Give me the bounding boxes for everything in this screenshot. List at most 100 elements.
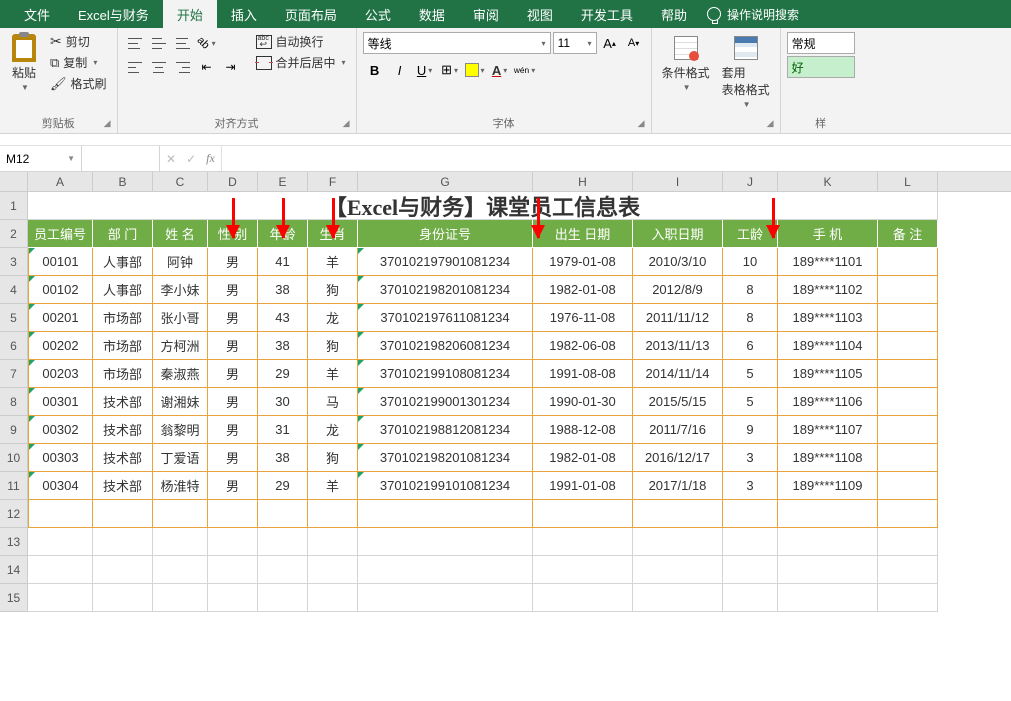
cell[interactable]: [358, 528, 533, 556]
cell[interactable]: 2011/7/16: [633, 416, 723, 444]
cell[interactable]: 370102197611081234: [358, 304, 533, 332]
col-header-B[interactable]: B: [93, 172, 153, 191]
cell[interactable]: 189****1102: [778, 276, 878, 304]
tab-审阅[interactable]: 审阅: [459, 0, 513, 28]
cell[interactable]: 张小哥: [153, 304, 208, 332]
cell[interactable]: [533, 528, 633, 556]
cell[interactable]: 2011/11/12: [633, 304, 723, 332]
cell[interactable]: [778, 584, 878, 612]
cell[interactable]: [208, 528, 258, 556]
cell[interactable]: 男: [208, 472, 258, 500]
cell[interactable]: 5: [723, 388, 778, 416]
cell[interactable]: 手 机: [778, 220, 878, 248]
cell[interactable]: [153, 584, 208, 612]
cell[interactable]: [153, 500, 208, 528]
cell[interactable]: [633, 500, 723, 528]
tab-页面布局[interactable]: 页面布局: [271, 0, 351, 28]
style-normal[interactable]: 常规: [787, 32, 855, 54]
cell[interactable]: 市场部: [93, 304, 153, 332]
row-header[interactable]: 15: [0, 584, 28, 612]
cell[interactable]: [258, 528, 308, 556]
indent-decrease-button[interactable]: ⇤: [196, 56, 218, 78]
cell[interactable]: 1976-11-08: [533, 304, 633, 332]
cell[interactable]: 189****1105: [778, 360, 878, 388]
cell[interactable]: 00301: [28, 388, 93, 416]
cell[interactable]: 1991-08-08: [533, 360, 633, 388]
cell[interactable]: 男: [208, 444, 258, 472]
tab-视图[interactable]: 视图: [513, 0, 567, 28]
conditional-format-button[interactable]: 条件格式▼: [658, 32, 714, 94]
row-header[interactable]: 6: [0, 332, 28, 360]
cell[interactable]: 370102199101081234: [358, 472, 533, 500]
cell[interactable]: [258, 500, 308, 528]
cell[interactable]: [28, 556, 93, 584]
cell[interactable]: 男: [208, 360, 258, 388]
cell[interactable]: 00102: [28, 276, 93, 304]
cell[interactable]: 部 门: [93, 220, 153, 248]
cell[interactable]: 市场部: [93, 360, 153, 388]
cell[interactable]: [633, 556, 723, 584]
cell[interactable]: 备 注: [878, 220, 938, 248]
cell[interactable]: 2010/3/10: [633, 248, 723, 276]
cell[interactable]: 1982-01-08: [533, 276, 633, 304]
cell[interactable]: 38: [258, 444, 308, 472]
cell[interactable]: 1990-01-30: [533, 388, 633, 416]
cell[interactable]: 370102198206081234: [358, 332, 533, 360]
formula-input[interactable]: [222, 146, 1011, 171]
underline-button[interactable]: U▾: [413, 59, 437, 81]
increase-font-button[interactable]: A▴: [599, 32, 621, 54]
cell[interactable]: 38: [258, 332, 308, 360]
align-bottom-button[interactable]: [172, 32, 194, 54]
tab-数据[interactable]: 数据: [405, 0, 459, 28]
cell[interactable]: 189****1108: [778, 444, 878, 472]
cell[interactable]: 31: [258, 416, 308, 444]
format-as-table-button[interactable]: 套用 表格格式▼: [718, 32, 774, 111]
cell[interactable]: [878, 500, 938, 528]
italic-button[interactable]: I: [388, 59, 412, 81]
cell[interactable]: [878, 444, 938, 472]
cell[interactable]: [93, 528, 153, 556]
grid[interactable]: ABCDEFGHIJKL 1【Excel与财务】课堂员工信息表2员工编号部 门姓…: [0, 172, 1011, 612]
fill-color-button[interactable]: ▾: [463, 59, 487, 81]
cell[interactable]: 1988-12-08: [533, 416, 633, 444]
cell[interactable]: 技术部: [93, 416, 153, 444]
cell[interactable]: [28, 528, 93, 556]
cell[interactable]: [778, 528, 878, 556]
col-header-E[interactable]: E: [258, 172, 308, 191]
cell[interactable]: 370102198201081234: [358, 444, 533, 472]
fx-icon[interactable]: fx: [206, 151, 215, 166]
cell[interactable]: 狗: [308, 444, 358, 472]
cell[interactable]: 8: [723, 276, 778, 304]
cell[interactable]: [28, 584, 93, 612]
cell[interactable]: 3: [723, 472, 778, 500]
cell[interactable]: [878, 472, 938, 500]
chevron-down-icon[interactable]: ▼: [67, 154, 75, 163]
cell[interactable]: 男: [208, 332, 258, 360]
cell[interactable]: 41: [258, 248, 308, 276]
cell[interactable]: [153, 556, 208, 584]
cell[interactable]: [93, 556, 153, 584]
font-name-combo[interactable]: 等线▾: [363, 32, 551, 54]
border-button[interactable]: ⊞▾: [438, 59, 462, 81]
row-header[interactable]: 7: [0, 360, 28, 388]
cell[interactable]: 00202: [28, 332, 93, 360]
format-painter-button[interactable]: 🖌格式刷: [46, 74, 111, 93]
cell[interactable]: [633, 528, 723, 556]
cell[interactable]: 市场部: [93, 332, 153, 360]
col-header-G[interactable]: G: [358, 172, 533, 191]
cell[interactable]: 【Excel与财务】课堂员工信息表: [28, 192, 938, 220]
cell[interactable]: [258, 584, 308, 612]
cell[interactable]: 370102197901081234: [358, 248, 533, 276]
dialog-launcher-icon[interactable]: ◢: [638, 118, 645, 129]
cell[interactable]: 谢湘妹: [153, 388, 208, 416]
cell[interactable]: 189****1106: [778, 388, 878, 416]
col-header-D[interactable]: D: [208, 172, 258, 191]
cell[interactable]: 龙: [308, 304, 358, 332]
cell[interactable]: 189****1104: [778, 332, 878, 360]
tab-插入[interactable]: 插入: [217, 0, 271, 28]
tab-公式[interactable]: 公式: [351, 0, 405, 28]
cell[interactable]: [208, 584, 258, 612]
cell[interactable]: 1979-01-08: [533, 248, 633, 276]
cell[interactable]: 370102199108081234: [358, 360, 533, 388]
copy-button[interactable]: ⧉复制▾: [46, 53, 111, 72]
